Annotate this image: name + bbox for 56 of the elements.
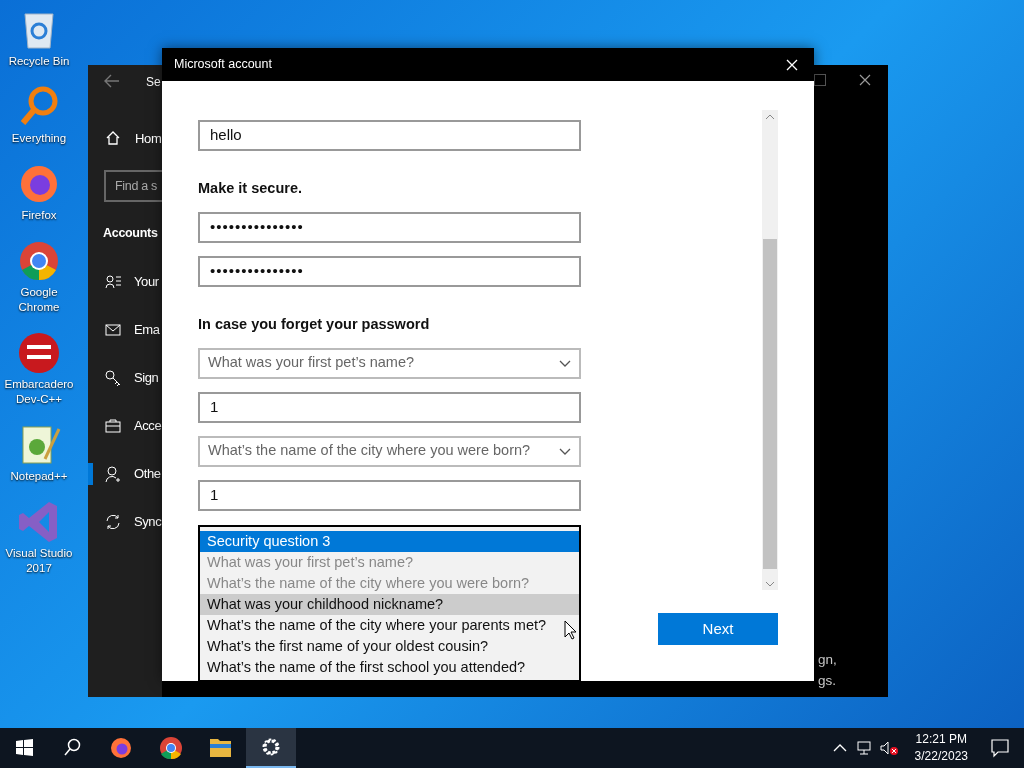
dropdown-option[interactable]: Security question 3	[200, 530, 579, 552]
scrollbar[interactable]	[762, 110, 778, 590]
input-field[interactable]: 1	[198, 479, 581, 511]
nav-item[interactable]: Hom	[135, 129, 162, 149]
desktop-icon-label[interactable]: Notepad++	[0, 469, 78, 484]
dropdown-field[interactable]: What was your first pet’s name?	[198, 347, 581, 379]
key-icon[interactable]	[105, 370, 121, 386]
description-text: gn,	[818, 651, 837, 669]
next-button[interactable]: Next	[658, 613, 778, 645]
dropdown-option[interactable]: What’s the name of the city where your parents met?	[200, 614, 579, 636]
nav-item[interactable]: Ema	[134, 320, 160, 340]
section-heading: In case you forget your password	[198, 314, 431, 334]
input-field[interactable]: hello	[198, 120, 581, 151]
nav-item[interactable]: Sync	[134, 512, 162, 532]
caret-icon	[559, 359, 571, 367]
add-person-icon[interactable]	[105, 466, 121, 482]
maximize-icon[interactable]	[814, 74, 826, 86]
nav-item[interactable]: Sign	[134, 368, 159, 388]
dropdown-option[interactable]: What’s the name of the first school you attended?	[200, 656, 579, 678]
person-list-icon[interactable]	[105, 274, 121, 290]
window-title: Microsoft account	[174, 56, 272, 74]
window-title: Se	[146, 74, 161, 91]
scroll-down-icon[interactable]	[765, 581, 775, 587]
section-heading: Make it secure.	[198, 179, 303, 198]
password-field[interactable]: •••••••••••••••	[198, 255, 581, 287]
scroll-thumb[interactable]	[763, 239, 777, 569]
desktop-icon-label[interactable]: Recycle Bin	[0, 54, 78, 69]
dropdown-field[interactable]: What’s the name of the city where you were born?	[198, 435, 581, 467]
clock-date[interactable]: 3/22/2023	[914, 748, 968, 765]
dropdown-option[interactable]: What’s the first name of your oldest cousin?	[200, 635, 579, 657]
desktop-icon-label[interactable]: Visual Studio 2017	[0, 546, 78, 576]
desktop-icon-label[interactable]: Embarcadero Dev-C++	[0, 377, 78, 407]
muted-speaker-icon[interactable]	[878, 740, 899, 756]
dropdown-option[interactable]: What was your childhood nickname?	[200, 593, 579, 615]
description-text: gs.	[818, 672, 836, 690]
nav-item[interactable]: Your	[134, 272, 159, 292]
caret-icon	[559, 447, 571, 455]
section-heading: Accounts	[103, 225, 158, 242]
desktop-icon-label[interactable]: Firefox	[0, 208, 78, 223]
taskbar-button[interactable]	[246, 728, 296, 768]
input-field[interactable]: 1	[198, 391, 581, 423]
password-field[interactable]: •••••••••••••••	[198, 211, 581, 243]
back-arrow-icon[interactable]	[104, 74, 120, 88]
home-icon[interactable]	[105, 130, 121, 146]
mail-icon[interactable]	[105, 322, 121, 338]
desktop-icon-label[interactable]: Everything	[0, 131, 78, 146]
sync-icon[interactable]	[105, 514, 121, 530]
chevron-up-icon[interactable]	[832, 743, 847, 753]
briefcase-icon[interactable]	[105, 418, 121, 434]
scroll-up-icon[interactable]	[765, 114, 775, 120]
close-icon[interactable]	[859, 74, 871, 86]
desktop-icon-label[interactable]: Google Chrome	[0, 285, 78, 315]
nav-item[interactable]: Othe	[134, 464, 161, 484]
mouse-cursor-icon	[564, 620, 578, 640]
nav-item[interactable]: Acce	[134, 416, 162, 436]
clock-time[interactable]: 12:21 PM	[915, 731, 967, 748]
